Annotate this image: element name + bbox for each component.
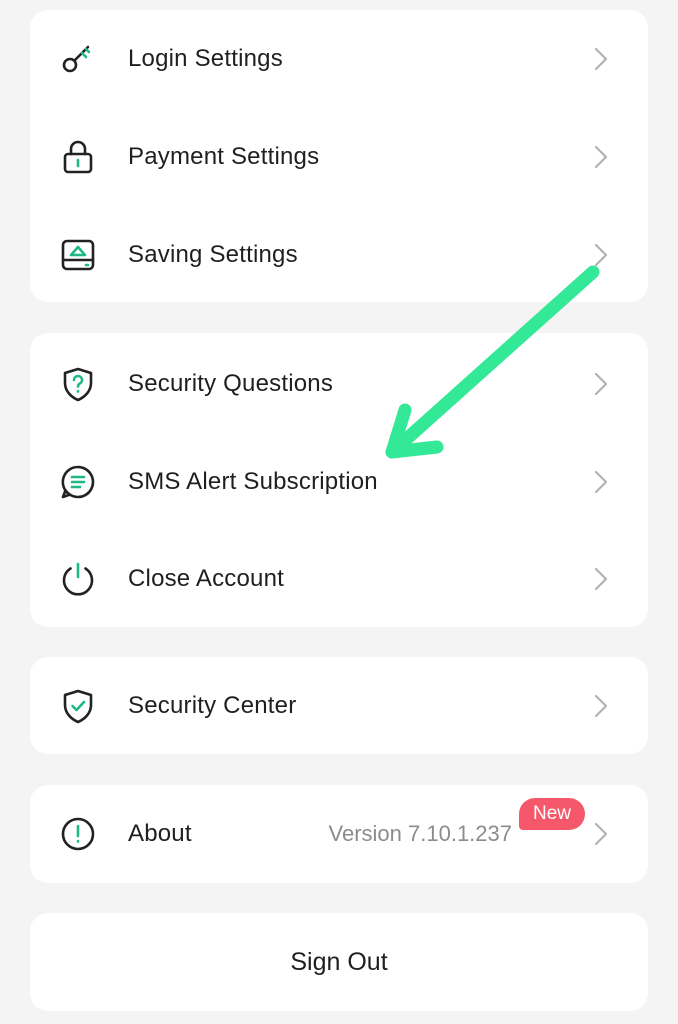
chevron-right-icon (594, 242, 608, 268)
settings-group-about: About Version 7.10.1.237 New (30, 785, 648, 883)
login-settings-label: Login Settings (128, 45, 283, 72)
chevron-right-icon (594, 693, 608, 719)
chevron-right-icon (594, 821, 608, 847)
chevron-right-icon (594, 144, 608, 170)
payment-settings-label: Payment Settings (128, 143, 320, 170)
power-icon (60, 561, 96, 597)
settings-group-security: Security Questions SMS Alert Subscriptio… (30, 333, 648, 627)
chevron-right-icon (594, 371, 608, 397)
security-center-label: Security Center (128, 692, 297, 719)
info-icon (60, 816, 96, 852)
security-center-item[interactable]: Security Center (30, 657, 648, 755)
version-text: Version 7.10.1.237 (328, 821, 512, 846)
sign-out-card: Sign Out (30, 913, 648, 1011)
saving-settings-item[interactable]: Saving Settings (30, 206, 648, 304)
saving-settings-label: Saving Settings (128, 241, 298, 268)
settings-group-account: Login Settings Payment Settings Saving S… (30, 10, 648, 302)
login-settings-item[interactable]: Login Settings (30, 10, 648, 108)
sms-alert-subscription-item[interactable]: SMS Alert Subscription (30, 433, 648, 531)
chevron-right-icon (594, 566, 608, 592)
shield-check-icon (60, 688, 96, 724)
sms-alert-subscription-label: SMS Alert Subscription (128, 468, 378, 495)
new-badge: New (519, 798, 586, 830)
settings-group-security-center: Security Center (30, 657, 648, 754)
chevron-right-icon (594, 469, 608, 495)
savings-icon (60, 237, 96, 273)
about-label: About (128, 820, 192, 847)
key-icon (60, 41, 96, 77)
shield-question-icon (60, 366, 96, 402)
security-questions-label: Security Questions (128, 370, 334, 397)
about-item[interactable]: About Version 7.10.1.237 New (30, 785, 648, 883)
payment-settings-item[interactable]: Payment Settings (30, 108, 648, 206)
chevron-right-icon (594, 46, 608, 72)
lock-icon (60, 139, 96, 175)
security-questions-item[interactable]: Security Questions (30, 335, 648, 433)
message-icon (60, 464, 96, 500)
sign-out-button[interactable]: Sign Out (30, 913, 648, 1011)
close-account-item[interactable]: Close Account (30, 530, 648, 628)
close-account-label: Close Account (128, 565, 285, 592)
